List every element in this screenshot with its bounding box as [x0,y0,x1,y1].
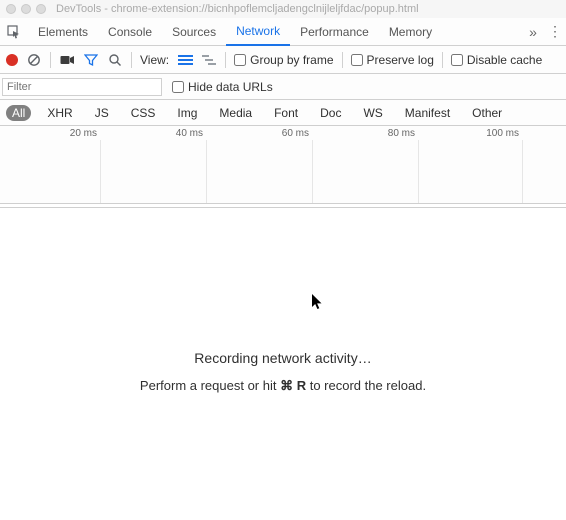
timeline-tick-label: 100 ms [486,128,522,139]
clear-icon[interactable] [26,52,42,68]
hide-data-urls-input[interactable] [172,81,184,93]
timeline-overview[interactable]: 20 ms 40 ms 60 ms 80 ms 100 ms [0,126,566,204]
timeline-gridline [206,140,207,203]
settings-kebab-icon[interactable]: ⋮ [544,23,566,40]
traffic-lights [6,4,46,14]
tab-sources[interactable]: Sources [162,18,226,46]
group-by-frame-checkbox[interactable]: Group by frame [234,53,333,67]
timeline-tick-label: 20 ms [70,128,100,139]
group-by-frame-input[interactable] [234,54,246,66]
preserve-log-input[interactable] [351,54,363,66]
zoom-window-dot[interactable] [36,4,46,14]
close-window-dot[interactable] [6,4,16,14]
hint-prefix: Perform a request or hit [140,378,280,393]
inspect-icon[interactable] [0,25,28,39]
devtools-tabbar: ElementsConsoleSourcesNetworkPerformance… [0,18,566,46]
tab-memory[interactable]: Memory [379,18,442,46]
view-label: View: [140,53,169,67]
type-filter-xhr[interactable]: XHR [41,105,78,121]
timeline-gridline [312,140,313,203]
disable-cache-input[interactable] [451,54,463,66]
search-icon[interactable] [107,52,123,68]
disable-cache-label: Disable cache [467,53,542,67]
type-filter-media[interactable]: Media [213,105,258,121]
filter-bar: Hide data URLs [0,74,566,100]
type-filter-font[interactable]: Font [268,105,304,121]
minimize-window-dot[interactable] [21,4,31,14]
group-by-frame-label: Group by frame [250,53,333,67]
type-filter-css[interactable]: CSS [125,105,162,121]
record-button[interactable] [6,54,18,66]
recording-status-text: Recording network activity… [0,350,566,366]
type-filter-ws[interactable]: WS [357,105,388,121]
hint-suffix: to record the reload. [306,378,426,393]
timeline-gridline [522,140,523,203]
camera-icon[interactable] [59,52,75,68]
type-filter-js[interactable]: JS [89,105,115,121]
network-body: Recording network activity… Perform a re… [0,208,566,520]
type-filter-all[interactable]: All [6,105,31,121]
timeline-tick-label: 80 ms [388,128,418,139]
timeline-gridline [100,140,101,203]
type-filter-img[interactable]: Img [171,105,203,121]
cursor-icon [312,294,324,310]
hint-key: ⌘ R [280,378,306,393]
large-rows-icon[interactable] [177,52,193,68]
preserve-log-checkbox[interactable]: Preserve log [351,53,434,67]
tab-performance[interactable]: Performance [290,18,379,46]
filter-input[interactable] [2,78,162,96]
tabs-overflow-icon[interactable]: » [522,24,544,40]
window-title: DevTools - chrome-extension://bicnhpofle… [56,3,419,15]
timeline-gridline [418,140,419,203]
tab-elements[interactable]: Elements [28,18,98,46]
hide-data-urls-checkbox[interactable]: Hide data URLs [172,80,273,94]
type-filter-doc[interactable]: Doc [314,105,347,121]
filter-icon[interactable] [83,52,99,68]
timeline-tick-label: 40 ms [176,128,206,139]
network-toolbar: View: Group by frame Preserve log Disabl… [0,46,566,74]
tab-network[interactable]: Network [226,18,290,46]
request-type-bar: All XHR JS CSS Img Media Font Doc WS Manifest Othe… [0,100,566,126]
disable-cache-checkbox[interactable]: Disable cache [451,53,542,67]
recording-hint-text: Perform a request or hit ⌘ R to record t… [0,378,566,394]
hide-data-urls-label: Hide data URLs [188,80,273,94]
waterfall-toggle-icon[interactable] [201,52,217,68]
window-titlebar: DevTools - chrome-extension://bicnhpofle… [0,0,566,18]
tab-console[interactable]: Console [98,18,162,46]
timeline-tick-label: 60 ms [282,128,312,139]
type-filter-other[interactable]: Other [466,105,508,121]
type-filter-manifest[interactable]: Manifest [399,105,456,121]
preserve-log-label: Preserve log [367,53,434,67]
